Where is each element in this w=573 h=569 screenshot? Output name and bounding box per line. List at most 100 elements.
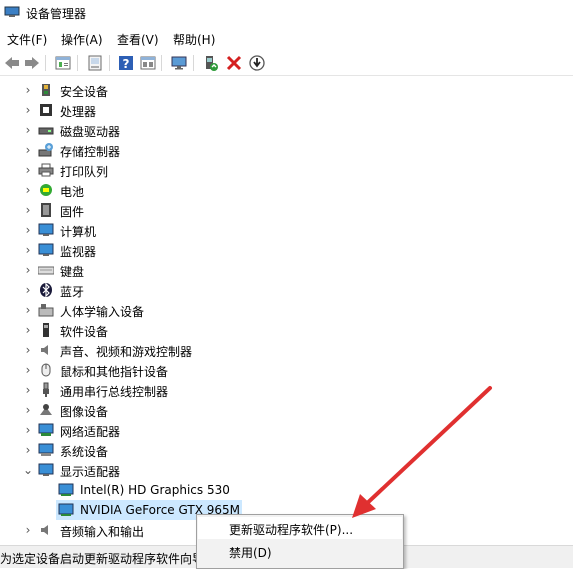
tree-item-computer[interactable]: › 计算机 xyxy=(0,220,573,240)
tree-item-label: 网络适配器 xyxy=(60,425,121,439)
tree-item-label: 监视器 xyxy=(60,245,97,259)
computer-view-icon[interactable] xyxy=(86,54,104,72)
hid-icon xyxy=(38,304,54,317)
enable-device-icon[interactable] xyxy=(202,54,220,72)
chevron-right-icon[interactable]: › xyxy=(22,202,34,218)
tree-item-system-devices[interactable]: › 系统设备 xyxy=(0,440,573,460)
back-arrow-icon[interactable] xyxy=(3,54,21,72)
toolbar-separator xyxy=(77,55,78,71)
software-device-icon xyxy=(43,323,49,337)
chevron-right-icon[interactable]: › xyxy=(22,262,34,278)
sound-icon xyxy=(41,345,48,355)
tree-item-label: 处理器 xyxy=(60,105,97,119)
properties-icon[interactable] xyxy=(54,54,72,72)
context-menu: 更新驱动程序软件(P)... 禁用(D) xyxy=(196,514,404,569)
tree-item-print-queues[interactable]: › 打印队列 xyxy=(0,160,573,180)
device-tree: › 安全设备 › 处理器 › 磁盘驱动器 › 存储控制器 › 打印队列 › 电池… xyxy=(0,80,573,550)
tree-item-firmware[interactable]: › 固件 xyxy=(0,200,573,220)
bluetooth-icon xyxy=(40,282,52,298)
chevron-right-icon[interactable]: › xyxy=(22,422,34,438)
tree-item-display-adapters[interactable]: ⌄ 显示适配器 xyxy=(0,460,573,480)
system-device-icon xyxy=(38,443,54,456)
tree-item-mice[interactable]: › 鼠标和其他指针设备 xyxy=(0,360,573,380)
battery-icon xyxy=(40,184,52,196)
help-icon[interactable]: ? xyxy=(117,54,135,72)
forward-arrow-icon[interactable] xyxy=(23,54,41,72)
tree-item-network-adapters[interactable]: › 网络适配器 xyxy=(0,420,573,440)
toolbar-separator xyxy=(193,55,194,71)
tree-item-label: 系统设备 xyxy=(60,445,109,459)
context-menu-item-label: 更新驱动程序软件(P)... xyxy=(229,523,354,537)
update-driver-icon[interactable] xyxy=(248,54,266,72)
chevron-right-icon[interactable]: › xyxy=(22,402,34,418)
tree-item-label: 磁盘驱动器 xyxy=(60,125,121,139)
toolbar-separator xyxy=(161,55,162,71)
tree-item-security-devices[interactable]: › 安全设备 xyxy=(0,80,573,100)
window-title: 设备管理器 xyxy=(26,7,87,21)
tree-item-label: 鼠标和其他指针设备 xyxy=(60,365,169,379)
monitor-scan-icon[interactable] xyxy=(170,54,188,72)
chevron-right-icon[interactable]: › xyxy=(22,322,34,338)
monitor-icon xyxy=(38,243,54,256)
computer-icon xyxy=(38,223,54,236)
tree-item-label: 音频输入和输出 xyxy=(60,525,145,539)
toolbar: ? xyxy=(0,51,573,76)
tree-item-software-devices[interactable]: › 软件设备 xyxy=(0,320,573,340)
chevron-right-icon[interactable]: › xyxy=(22,302,34,318)
tree-item-label: 打印队列 xyxy=(60,165,109,179)
network-adapter-icon xyxy=(38,423,54,436)
tree-item-label: 声音、视频和游戏控制器 xyxy=(60,345,193,359)
tree-item-processors[interactable]: › 处理器 xyxy=(0,100,573,120)
tree-item-sound[interactable]: › 声音、视频和游戏控制器 xyxy=(0,340,573,360)
tree-item-imaging-devices[interactable]: › 图像设备 xyxy=(0,400,573,420)
tree-item-storage-controllers[interactable]: › 存储控制器 xyxy=(0,140,573,160)
chevron-right-icon[interactable]: › xyxy=(22,442,34,458)
toolbar-separator xyxy=(45,55,46,71)
menu-file[interactable]: 文件(F) xyxy=(7,31,47,48)
chevron-right-icon[interactable]: › xyxy=(22,342,34,358)
device-view-icon[interactable] xyxy=(139,54,157,72)
context-menu-disable[interactable]: 禁用(D) xyxy=(198,540,402,562)
menu-action[interactable]: 操作(A) xyxy=(61,31,103,48)
tree-item-monitors[interactable]: › 监视器 xyxy=(0,240,573,260)
chevron-right-icon[interactable]: › xyxy=(22,382,34,398)
tree-item-disk-drives[interactable]: › 磁盘驱动器 xyxy=(0,120,573,140)
keyboard-icon xyxy=(38,266,54,275)
context-menu-update-driver[interactable]: 更新驱动程序软件(P)... xyxy=(198,517,402,539)
title-bar: 设备管理器 xyxy=(0,0,573,26)
chevron-right-icon[interactable]: › xyxy=(22,222,34,238)
chevron-right-icon[interactable]: › xyxy=(22,282,34,298)
menu-view[interactable]: 查看(V) xyxy=(117,31,159,48)
menu-help[interactable]: 帮助(H) xyxy=(173,31,215,48)
tree-item-label: 通用串行总线控制器 xyxy=(60,385,169,399)
tree-item-label: 电池 xyxy=(60,185,85,199)
tree-item-batteries[interactable]: › 电池 xyxy=(0,180,573,200)
chevron-right-icon[interactable]: › xyxy=(22,182,34,198)
chevron-right-icon[interactable]: › xyxy=(22,242,34,258)
tree-item-hid[interactable]: › 人体学输入设备 xyxy=(0,300,573,320)
tree-item-label: 人体学输入设备 xyxy=(60,305,145,319)
firmware-icon xyxy=(41,203,51,217)
chevron-right-icon[interactable]: › xyxy=(22,362,34,378)
chevron-right-icon[interactable]: › xyxy=(22,142,34,158)
tree-item-usb[interactable]: › 通用串行总线控制器 xyxy=(0,380,573,400)
chevron-right-icon[interactable]: › xyxy=(22,122,34,138)
chevron-down-icon[interactable]: ⌄ xyxy=(22,462,34,478)
tree-item-label: 存储控制器 xyxy=(60,145,121,159)
tree-item-intel-graphics[interactable]: Intel(R) HD Graphics 530 xyxy=(0,480,573,500)
tree-item-label: Intel(R) HD Graphics 530 xyxy=(80,483,230,497)
tree-item-keyboards[interactable]: › 键盘 xyxy=(0,260,573,280)
storage-controller-icon xyxy=(38,143,53,157)
tree-item-bluetooth[interactable]: › 蓝牙 xyxy=(0,280,573,300)
security-device-icon xyxy=(42,84,50,96)
status-text: 为选定设备启动更新驱动程序软件向导。 xyxy=(0,552,217,566)
display-adapter-icon xyxy=(38,463,54,476)
chevron-right-icon[interactable]: › xyxy=(22,522,34,538)
chevron-right-icon[interactable]: › xyxy=(22,82,34,98)
tree-item-label: 蓝牙 xyxy=(60,285,85,299)
uninstall-x-icon[interactable] xyxy=(225,54,243,72)
chevron-right-icon[interactable]: › xyxy=(22,162,34,178)
chevron-right-icon[interactable]: › xyxy=(22,102,34,118)
camera-icon xyxy=(40,404,52,415)
processor-icon xyxy=(40,104,52,116)
